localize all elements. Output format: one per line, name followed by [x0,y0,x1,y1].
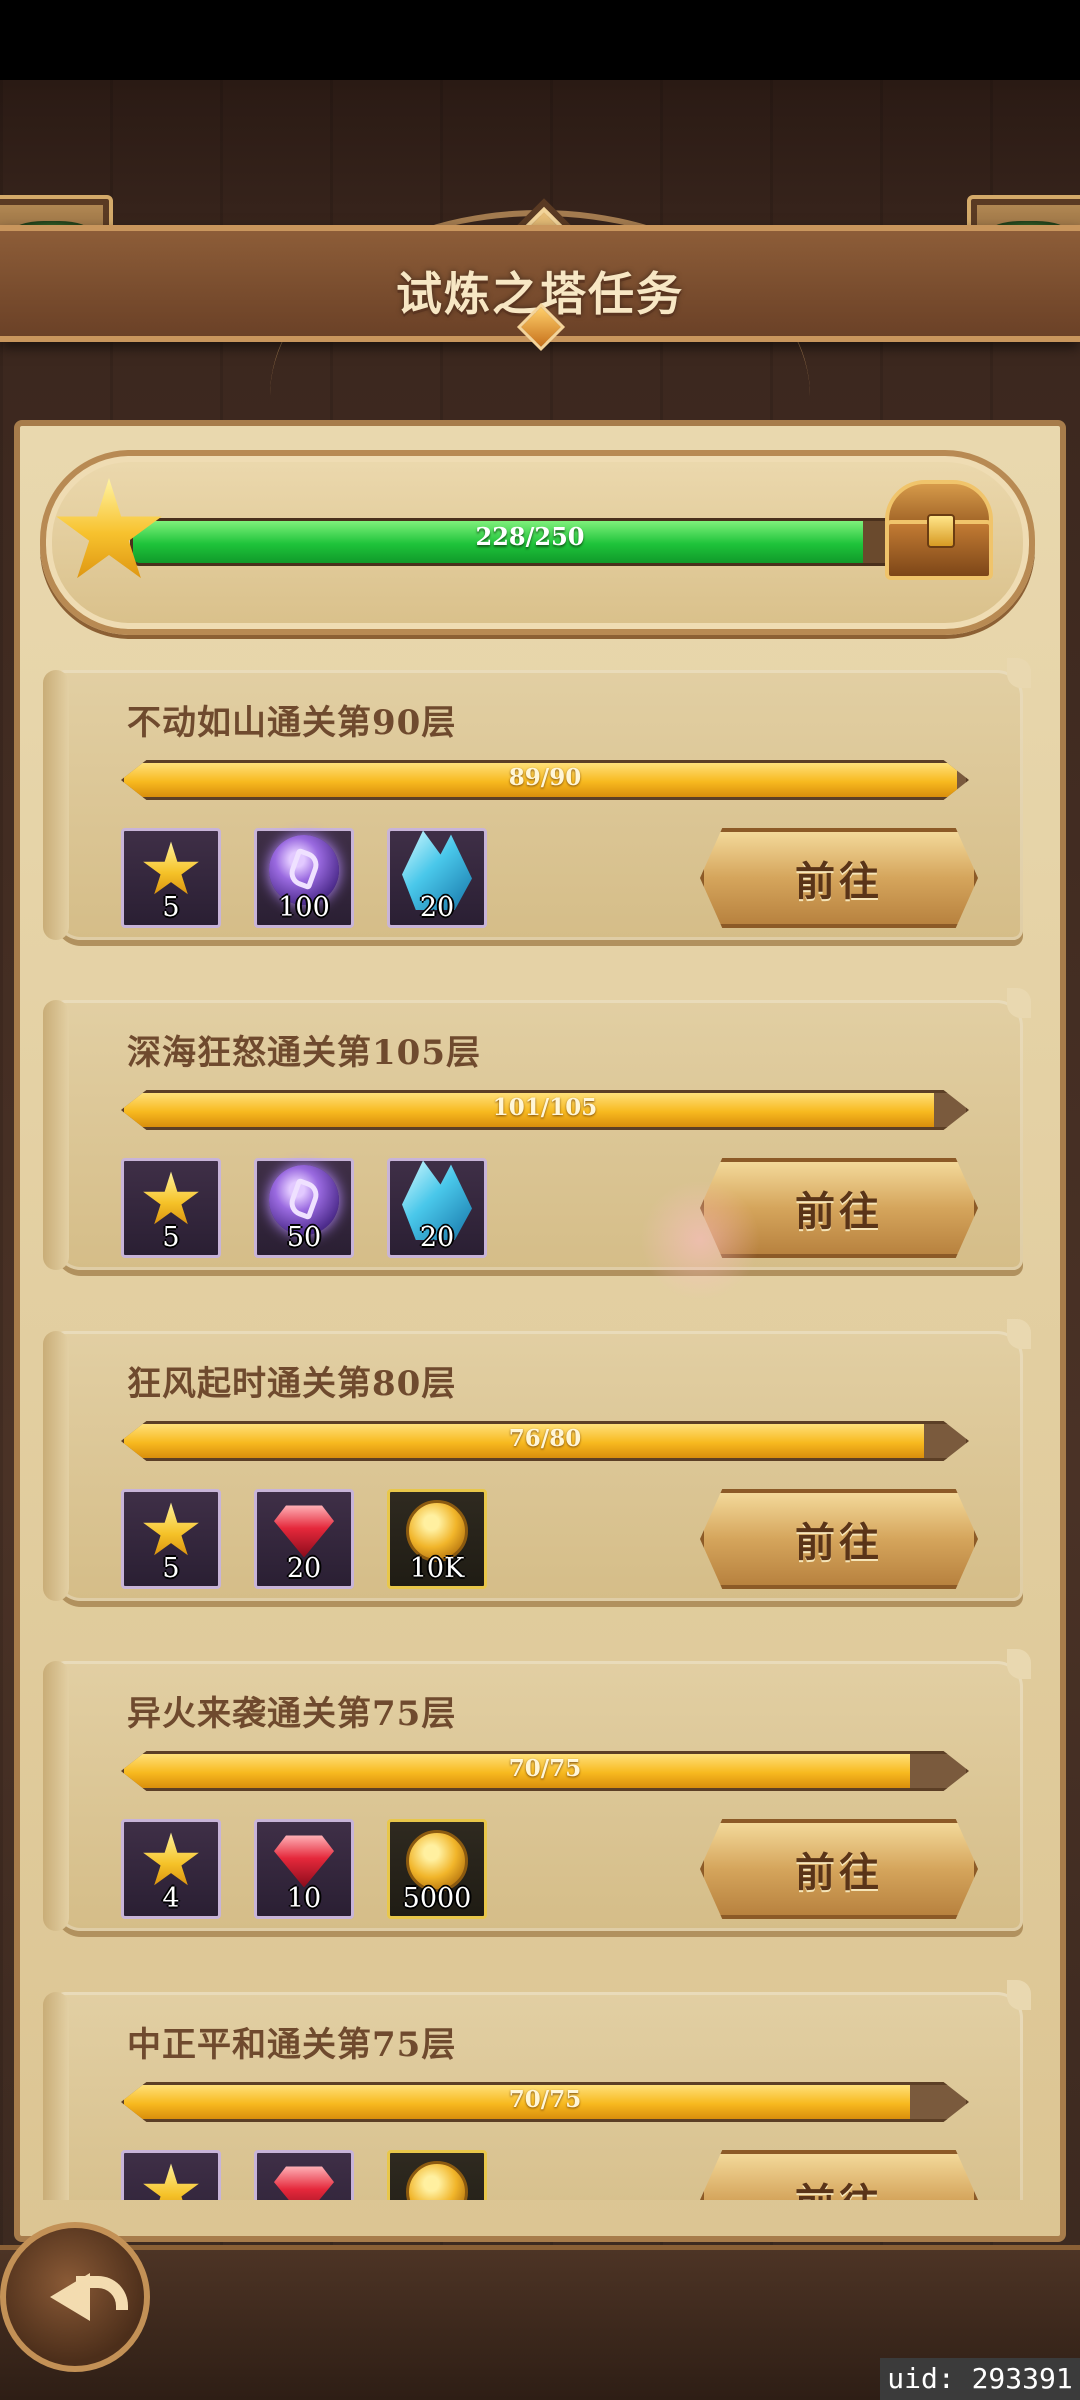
task-card: 中正平和通关第75层 70/75 前往 [43,1972,1031,2200]
reward-count: 20 [419,892,455,923]
task-title: 深海狂怒通关第105层 [127,1033,481,1073]
reward-slot[interactable]: 5 [121,1489,221,1589]
reward-count: 20 [419,1222,455,1253]
task-title: 中正平和通关第75层 [127,2025,457,2065]
star-icon [143,1171,199,1225]
go-button-label: 前往 [795,1850,883,1896]
go-button[interactable]: 前往 [700,2150,978,2200]
task-progress-text: 89/90 [508,764,582,791]
star-icon [143,841,199,895]
reward-count: 5 [162,1553,180,1584]
ruby-icon [274,1835,334,1888]
star-icon [143,1502,199,1556]
treasure-chest-icon[interactable] [885,480,993,580]
star-icon [143,2163,199,2200]
reward-slot[interactable]: 20 [387,828,487,928]
reward-slot[interactable]: 5 [121,1158,221,1258]
reward-slot[interactable]: 10K [387,1489,487,1589]
task-card: 深海狂怒通关第105层 101/105 5 50 20 前往 [43,980,1031,1270]
total-progress-text: 228/250 [475,522,585,551]
reward-slot[interactable] [121,2150,221,2200]
ruby-icon [274,2166,334,2200]
go-button[interactable]: 前往 [700,1819,978,1919]
reward-count: 5 [162,892,180,923]
sparkle-effect [640,1180,760,1300]
task-progress-text: 70/75 [508,1755,582,1782]
task-progress-text: 101/105 [492,1094,598,1121]
task-title: 狂风起时通关第80层 [127,1364,457,1404]
reward-count: 10 [286,1883,322,1914]
uid-label: uid: 293391 [880,2358,1080,2400]
reward-slot[interactable]: 5000 [387,1819,487,1919]
reward-count: 20 [286,1553,322,1584]
reward-slot[interactable]: 100 [254,828,354,928]
reward-count: 100 [278,892,330,923]
reward-count: 10K [409,1553,465,1584]
reward-count: 5000 [402,1883,472,1914]
reward-count: 5 [162,1222,180,1253]
task-list-viewport[interactable]: 228/250 不动如山通关第90层 89/90 5 100 20 前往 深海狂… [14,420,1066,2200]
go-button-label: 前往 [795,2171,883,2200]
go-button-label: 前往 [795,1520,883,1566]
task-title: 不动如山通关第90层 [127,703,457,743]
back-button[interactable] [0,2222,150,2372]
ruby-icon [274,1505,334,1558]
task-card: 异火来袭通关第75层 70/75 4 10 5000 前往 [43,1641,1031,1931]
task-card: 不动如山通关第90层 89/90 5 100 20 前往 [43,650,1031,940]
reward-slot[interactable]: 50 [254,1158,354,1258]
lock-icon [927,514,955,548]
task-progress-text: 70/75 [508,2086,582,2113]
star-icon [143,1832,199,1886]
go-button[interactable]: 前往 [700,828,978,928]
task-card: 狂风起时通关第80层 76/80 5 20 10K 前往 [43,1311,1031,1601]
reward-slot[interactable] [254,2150,354,2200]
go-button[interactable]: 前往 [700,1489,978,1589]
task-progress-text: 76/80 [508,1425,582,1452]
reward-slot[interactable]: 20 [387,1158,487,1258]
reward-count: 50 [286,1222,322,1253]
total-progress-banner: 228/250 [40,450,1035,635]
reward-slot[interactable] [387,2150,487,2200]
task-title: 异火来袭通关第75层 [127,1694,457,1734]
reward-slot[interactable]: 10 [254,1819,354,1919]
reward-count: 4 [162,1883,180,1914]
go-button-label: 前往 [795,1189,883,1235]
go-button-label: 前往 [795,859,883,905]
gold-coin-icon [406,2161,468,2200]
reward-slot[interactable]: 20 [254,1489,354,1589]
reward-slot[interactable]: 4 [121,1819,221,1919]
reward-slot[interactable]: 5 [121,828,221,928]
